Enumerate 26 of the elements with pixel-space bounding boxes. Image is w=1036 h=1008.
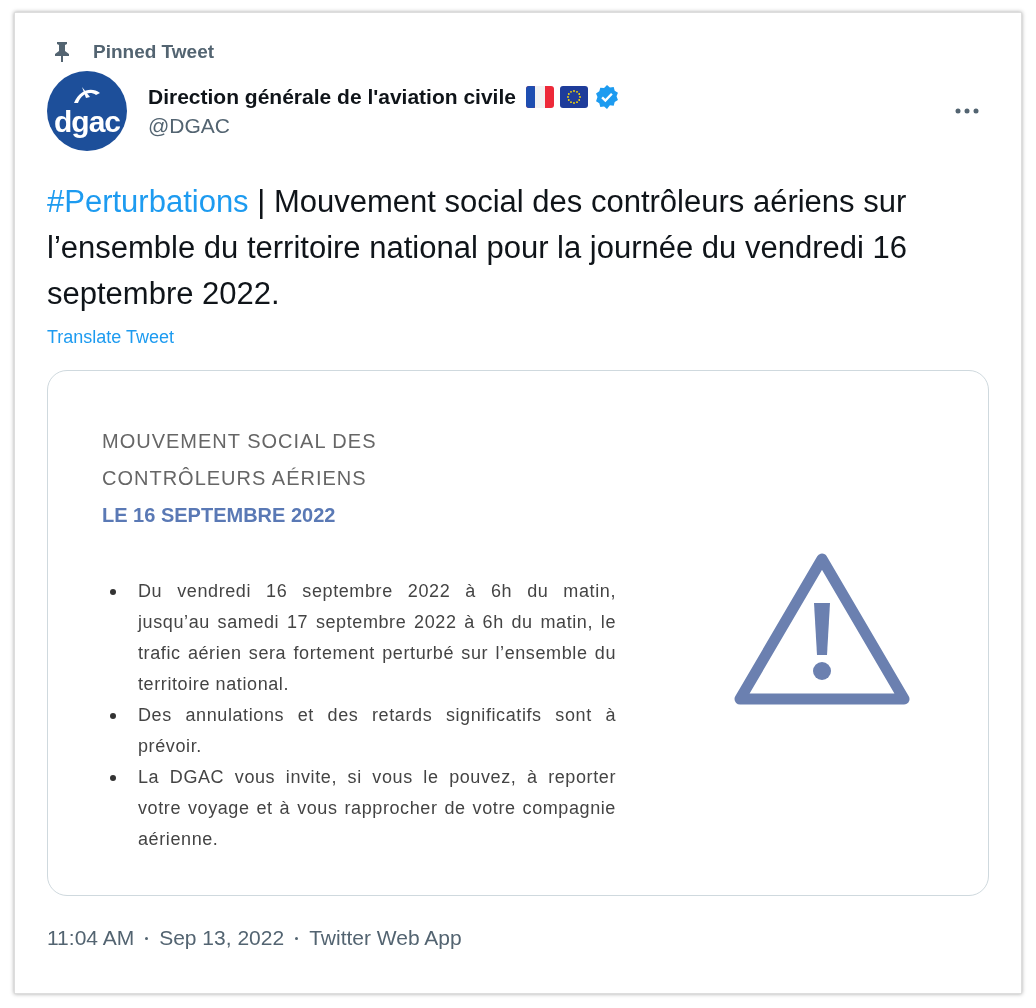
bullet-icon xyxy=(110,775,116,781)
separator-icon xyxy=(295,936,299,940)
avatar-text: dgac xyxy=(54,107,120,137)
tweet-date[interactable]: Sep 13, 2022 xyxy=(159,926,285,950)
flag-icon xyxy=(525,86,554,108)
bullet-text: Du vendredi 16 septembre 2022 à 6h du matin, jusqu’au samedi 17 septembre 2022 à 6h du matin, le trafic aérien sera fortement perturbé sur l’ensemble du territoire national. xyxy=(138,580,616,696)
media-card[interactable] xyxy=(47,370,989,896)
media-date: LE 16 SEPTEMBRE 2022 xyxy=(102,503,337,528)
bullet-text: Des annulations et des retards significatifs sont à prévoir. xyxy=(138,704,616,758)
warning-icon xyxy=(734,551,910,707)
pinned-label: Pinned Tweet xyxy=(93,41,215,63)
bullet-icon xyxy=(110,589,116,595)
tweet-time[interactable]: 11:04 AM xyxy=(47,926,135,950)
more-icon xyxy=(955,108,979,114)
bullet-text: La DGAC vous invite, si vous le pouvez, à reporter votre voyage et à vous rapprocher de votre compagnie aérienne. xyxy=(138,766,616,851)
separator-icon xyxy=(145,936,149,940)
bullet-icon xyxy=(110,713,116,719)
avatar[interactable]: dgac xyxy=(47,71,127,151)
author-name[interactable]: Direction générale de l'aviation civile xyxy=(148,85,516,109)
media-heading: MOUVEMENT SOCIAL DES xyxy=(102,429,378,454)
flag-icon xyxy=(559,86,588,108)
tweet-text: #Perturbations | Mouvement social des contrôleurs aériens sur l’ensemble du territoire national pour la journée du vendredi 16 septembre 2022. xyxy=(47,183,908,313)
author-handle[interactable]: @DGAC xyxy=(148,114,928,138)
media-heading: CONTRÔLEURS AÉRIENS xyxy=(102,466,368,491)
tweet-source[interactable]: Twitter Web App xyxy=(309,926,462,950)
pin-icon xyxy=(53,41,71,63)
